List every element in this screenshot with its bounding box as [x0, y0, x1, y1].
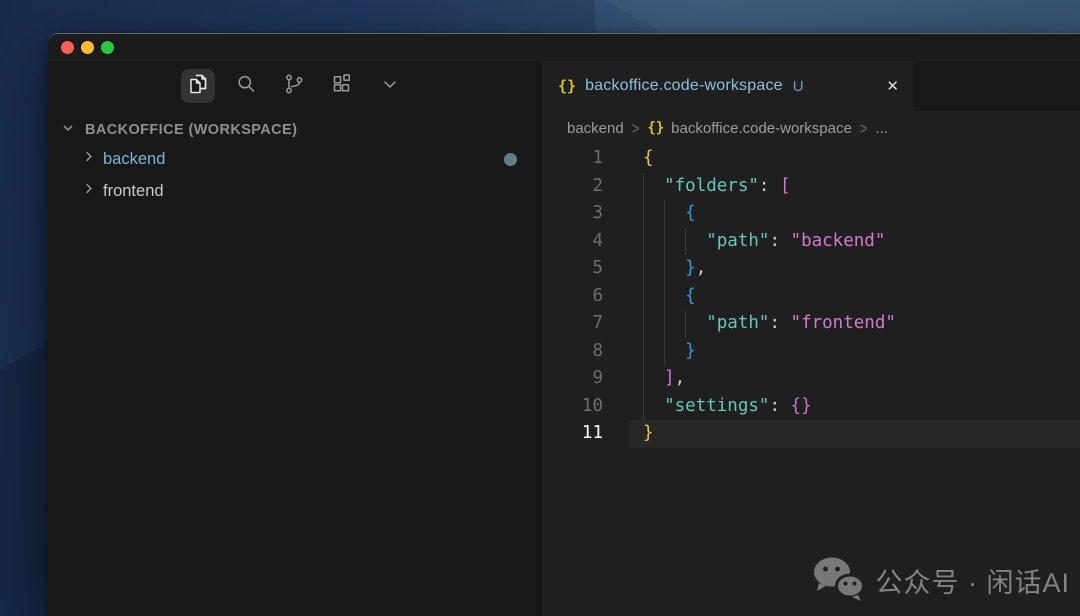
search-icon: [234, 72, 258, 101]
code-line-7[interactable]: 7 "path": "frontend": [541, 310, 1080, 338]
code-text: "path": "backend": [603, 228, 885, 256]
more-views-button[interactable]: [373, 69, 407, 103]
code-line-3[interactable]: 3 {: [541, 200, 1080, 228]
git-status-badge: U: [793, 78, 804, 95]
indent-guide: [643, 338, 644, 366]
code-text: }: [603, 420, 654, 448]
code-line-10[interactable]: 10 "settings": {}: [541, 393, 1080, 421]
indent-guide: [664, 310, 665, 338]
traffic-lights: [61, 41, 114, 54]
chevron-right-icon: [81, 149, 103, 169]
indent-guide: [664, 200, 665, 228]
indent-guide: [643, 173, 644, 201]
indent-guide: [643, 310, 644, 338]
breadcrumb-separator-icon: >: [860, 119, 868, 138]
tab-backoffice-code-workspace[interactable]: {} backoffice.code-workspace U ✕: [541, 61, 913, 111]
indent-guide: [685, 228, 686, 256]
extensions-button[interactable]: [325, 69, 359, 103]
file-tree: backend frontend: [48, 143, 540, 207]
line-number: 6: [541, 283, 603, 311]
workspace-title: BACKOFFICE (WORKSPACE): [85, 122, 297, 138]
code-line-5[interactable]: 5 },: [541, 255, 1080, 283]
line-number: 3: [541, 200, 603, 228]
indent-guide: [643, 393, 644, 421]
breadcrumb-item[interactable]: backoffice.code-workspace: [671, 120, 852, 137]
line-number: 11: [541, 420, 603, 448]
indent-guide: [664, 255, 665, 283]
code-editor[interactable]: 1{2 "folders": [3 {4 "path": "backend"5 …: [541, 145, 1080, 616]
minimize-window-button[interactable]: [81, 41, 94, 54]
line-number: 4: [541, 228, 603, 256]
tab-label: backoffice.code-workspace: [585, 77, 783, 95]
indent-guide: [664, 228, 665, 256]
modified-dot-badge: [504, 153, 517, 166]
indent-guide: [685, 310, 686, 338]
sidebar: BACKOFFICE (WORKSPACE) backend frontend: [48, 61, 541, 616]
branch-icon: [282, 72, 306, 101]
wechat-icon: [811, 555, 865, 606]
code-text: {: [603, 145, 654, 173]
close-tab-icon[interactable]: ✕: [886, 79, 899, 94]
zoom-window-button[interactable]: [101, 41, 114, 54]
workspace-section-header[interactable]: BACKOFFICE (WORKSPACE): [48, 117, 540, 143]
line-number: 7: [541, 310, 603, 338]
line-number: 9: [541, 365, 603, 393]
json-file-icon: {}: [647, 120, 664, 136]
editor-group: {} backoffice.code-workspace U ✕ backend…: [541, 61, 1080, 616]
code-line-8[interactable]: 8 }: [541, 338, 1080, 366]
tree-item-frontend[interactable]: frontend: [48, 175, 540, 207]
breadcrumb-item[interactable]: backend: [567, 120, 624, 137]
search-button[interactable]: [229, 69, 263, 103]
activity-bar: [48, 61, 540, 111]
json-file-icon: {}: [558, 77, 576, 95]
code-line-4[interactable]: 4 "path": "backend": [541, 228, 1080, 256]
chevron-right-icon: [81, 181, 103, 201]
vscode-window: BACKOFFICE (WORKSPACE) backend frontend {…: [48, 33, 1080, 616]
code-text: "path": "frontend": [603, 310, 896, 338]
code-line-1[interactable]: 1{: [541, 145, 1080, 173]
watermark-text: 公众号 · 闲话AI: [875, 561, 1070, 600]
breadcrumb-separator-icon: >: [632, 119, 640, 138]
indent-guide: [643, 255, 644, 283]
code-line-6[interactable]: 6 {: [541, 283, 1080, 311]
desktop-wallpaper: BACKOFFICE (WORKSPACE) backend frontend {…: [0, 0, 1080, 616]
files-icon: [186, 72, 210, 101]
tree-item-backend[interactable]: backend: [48, 143, 540, 175]
source-control-button[interactable]: [277, 69, 311, 103]
code-text: },: [603, 255, 706, 283]
line-number: 1: [541, 145, 603, 173]
code-line-9[interactable]: 9 ],: [541, 365, 1080, 393]
extensions-icon: [330, 72, 354, 101]
indent-guide: [664, 338, 665, 366]
tab-bar[interactable]: {} backoffice.code-workspace U ✕: [541, 61, 1080, 111]
code-text: }: [603, 338, 696, 366]
code-text: "folders": [: [603, 173, 791, 201]
code-line-11[interactable]: 11}: [541, 420, 1080, 448]
tree-item-label: backend: [103, 150, 165, 169]
close-window-button[interactable]: [61, 41, 74, 54]
code-text: {: [603, 283, 696, 311]
watermark: 公众号 · 闲话AI: [811, 555, 1070, 606]
line-number: 10: [541, 393, 603, 421]
line-number: 8: [541, 338, 603, 366]
explorer-button[interactable]: [181, 69, 215, 103]
window-titlebar[interactable]: [48, 34, 1080, 61]
breadcrumb-item[interactable]: ...: [875, 120, 888, 137]
indent-guide: [643, 283, 644, 311]
code-text: ],: [603, 365, 685, 393]
indent-guide: [664, 283, 665, 311]
chevron-down-icon: [60, 120, 85, 140]
line-number: 5: [541, 255, 603, 283]
code-text: {: [603, 200, 696, 228]
breadcrumb[interactable]: backend > {} backoffice.code-workspace >...: [541, 111, 1080, 145]
indent-guide: [643, 228, 644, 256]
line-number: 2: [541, 173, 603, 201]
indent-guide: [643, 365, 644, 393]
code-text: "settings": {}: [603, 393, 812, 421]
indent-guide: [643, 200, 644, 228]
tree-item-label: frontend: [103, 182, 164, 201]
chevron-down-icon: [378, 72, 402, 101]
code-line-2[interactable]: 2 "folders": [: [541, 173, 1080, 201]
